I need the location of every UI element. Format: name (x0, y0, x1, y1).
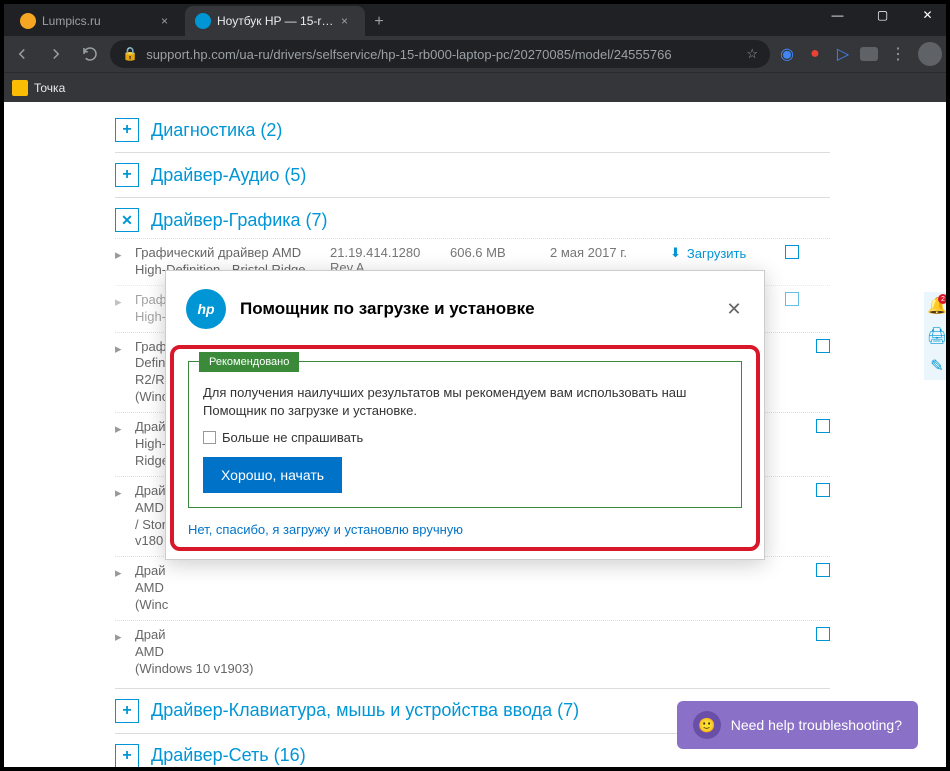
driver-checkbox[interactable] (816, 339, 830, 353)
section-row[interactable]: + Диагностика (2) (115, 112, 830, 148)
print-icon[interactable]: 🖨 (924, 322, 950, 350)
collapse-icon[interactable]: ✕ (115, 208, 139, 232)
download-helper-modal: hp Помощник по загрузке и установке ✕ Ре… (165, 270, 765, 560)
section-title[interactable]: Драйвер-Клавиатура, мышь и устройства вв… (151, 700, 579, 721)
section-title[interactable]: Драйвер-Аудио (5) (151, 165, 306, 186)
extension-icon[interactable]: ▷ (832, 43, 854, 65)
tab-title: Ноутбук HP — 15-rb028ur Загр (217, 14, 335, 28)
dont-ask-label: Больше не спрашивать (222, 430, 363, 445)
driver-row: ▸Драй AMD (Windows 10 v1903) (115, 620, 830, 684)
forward-button[interactable] (42, 40, 70, 68)
back-button[interactable] (8, 40, 36, 68)
driver-date: 2 мая 2017 г. (550, 245, 670, 260)
dont-ask-row: Больше не спрашивать (203, 430, 727, 445)
edit-icon[interactable]: ✎ (924, 352, 950, 380)
driver-checkbox[interactable] (816, 563, 830, 577)
bookmark-label: Точка (34, 81, 65, 95)
close-icon[interactable]: × (341, 14, 355, 28)
recommendation-box: Рекомендовано Для получения наилучших ре… (188, 361, 742, 508)
driver-row: ▸Драй AMD (Winc (115, 556, 830, 620)
bookmark-item[interactable]: Точка (12, 80, 65, 96)
reload-button[interactable] (76, 40, 104, 68)
url-text: support.hp.com/ua-ru/drivers/selfservice… (146, 47, 738, 62)
highlighted-recommendation-area: Рекомендовано Для получения наилучших ре… (170, 345, 760, 551)
notification-icon[interactable]: 🔔2 (924, 292, 950, 320)
extension-icons: ◉ ● ▷ ⋮ (776, 40, 942, 68)
close-icon[interactable]: ✕ (724, 299, 744, 319)
close-window-button[interactable]: ✕ (905, 0, 950, 30)
expand-icon[interactable]: + (115, 163, 139, 187)
chat-text: Need help troubleshooting? (731, 717, 902, 733)
tab-hp-active[interactable]: Ноутбук HP — 15-rb028ur Загр × (185, 6, 365, 36)
modal-title: Помощник по загрузке и установке (240, 299, 710, 319)
recommended-badge: Рекомендовано (199, 352, 299, 372)
ok-start-button[interactable]: Хорошо, начать (203, 457, 342, 493)
driver-size: 606.6 MB (450, 245, 550, 260)
caret-icon[interactable]: ▸ (115, 292, 135, 310)
driver-checkbox[interactable] (816, 483, 830, 497)
extension-icon[interactable]: ◉ (776, 43, 798, 65)
folder-icon (12, 80, 28, 96)
new-tab-button[interactable]: + (365, 8, 393, 36)
tab-title: Lumpics.ru (42, 14, 155, 28)
maximize-button[interactable]: ▢ (860, 0, 905, 30)
extension-icon[interactable]: ● (804, 43, 826, 65)
expand-icon[interactable]: + (115, 699, 139, 723)
address-bar-row: 🔒 support.hp.com/ua-ru/drivers/selfservi… (0, 36, 950, 72)
browser-titlebar: Lumpics.ru × Ноутбук HP — 15-rb028ur Заг… (0, 0, 950, 36)
recommendation-text: Для получения наилучших результатов мы р… (203, 384, 727, 420)
caret-icon[interactable]: ▸ (115, 245, 135, 263)
tab-lumpics[interactable]: Lumpics.ru × (10, 6, 185, 36)
driver-checkbox[interactable] (816, 627, 830, 641)
driver-checkbox[interactable] (816, 419, 830, 433)
chat-bubble[interactable]: 🙂 Need help troubleshooting? (677, 701, 918, 749)
section-title[interactable]: Диагностика (2) (151, 120, 282, 141)
profile-avatar[interactable] (918, 42, 942, 66)
badge: 2 (938, 294, 948, 304)
download-icon: ⬇ (670, 245, 681, 261)
download-link[interactable]: ⬇Загрузить (670, 245, 785, 261)
expand-icon[interactable]: + (115, 744, 139, 768)
chat-avatar-icon: 🙂 (693, 711, 721, 739)
right-toolbar: 🔔2 🖨 ✎ (924, 292, 950, 380)
extension-icon[interactable] (860, 47, 878, 61)
driver-checkbox[interactable] (785, 292, 799, 306)
lock-icon: 🔒 (122, 46, 138, 62)
close-icon[interactable]: × (161, 14, 175, 28)
manual-install-link[interactable]: Нет, спасибо, я загружу и установлю вруч… (188, 522, 742, 537)
hp-logo-icon: hp (186, 289, 226, 329)
minimize-button[interactable]: — (815, 0, 860, 30)
section-title[interactable]: Драйвер-Графика (7) (151, 210, 328, 231)
expand-icon[interactable]: + (115, 118, 139, 142)
section-row[interactable]: ✕ Драйвер-Графика (7) (115, 202, 830, 238)
section-row[interactable]: + Драйвер-Аудио (5) (115, 157, 830, 193)
bookmarks-bar: Точка (0, 72, 950, 102)
section-title[interactable]: Драйвер-Сеть (16) (151, 745, 306, 766)
dont-ask-checkbox[interactable] (203, 431, 216, 444)
window-controls: — ▢ ✕ (815, 0, 950, 30)
driver-checkbox[interactable] (785, 245, 799, 259)
tab-favicon-icon (195, 13, 211, 29)
star-icon[interactable]: ☆ (746, 46, 758, 62)
menu-button[interactable]: ⋮ (884, 40, 912, 68)
modal-header: hp Помощник по загрузке и установке ✕ (166, 271, 764, 345)
address-bar[interactable]: 🔒 support.hp.com/ua-ru/drivers/selfservi… (110, 40, 770, 68)
tab-favicon-icon (20, 13, 36, 29)
